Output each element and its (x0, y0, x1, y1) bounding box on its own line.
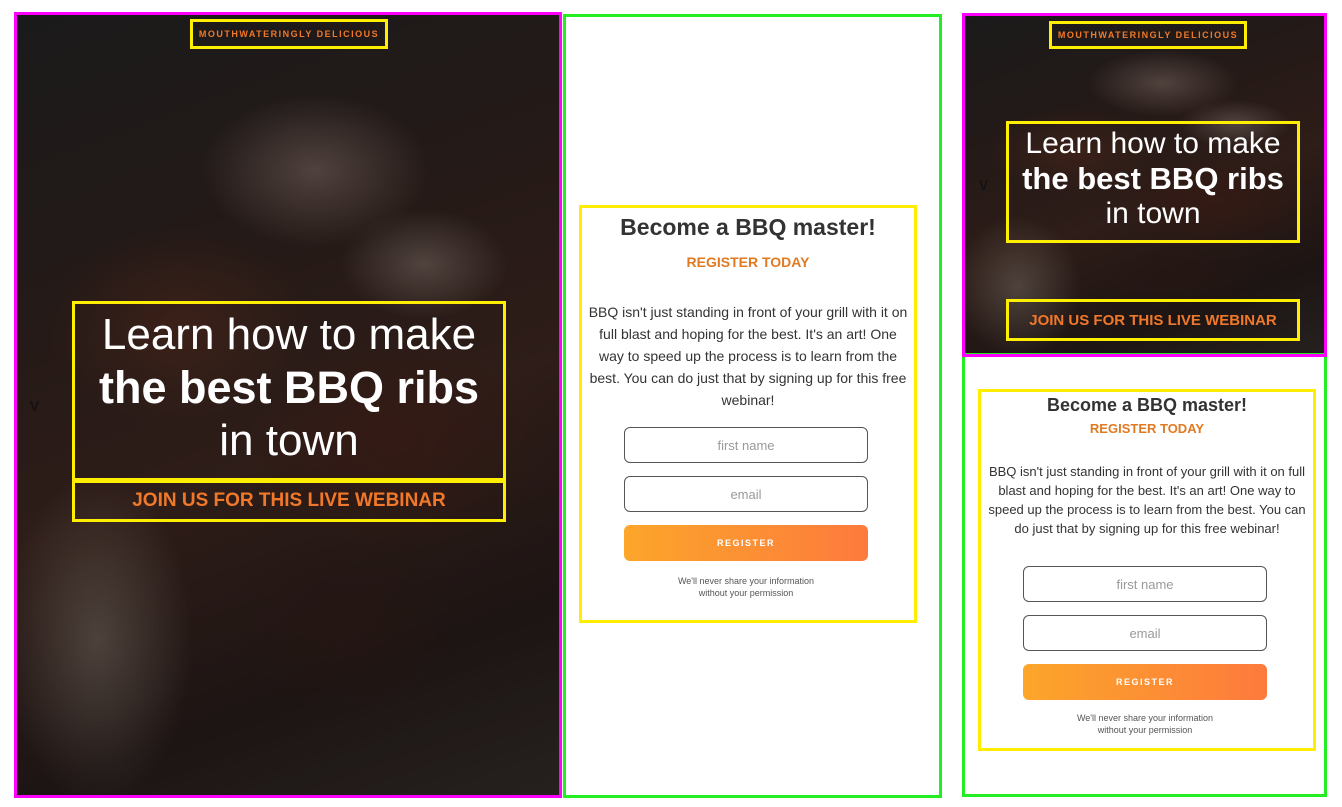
v-marker-mobile: v (979, 174, 988, 194)
eyebrow-label: MOUTHWATERINGLY DELICIOUS (190, 19, 388, 49)
webinar-cta-text-mobile: JOIN US FOR THIS LIVE WEBINAR (1029, 311, 1277, 329)
email-input[interactable] (624, 476, 868, 512)
hero-panel-desktop: MOUTHWATERINGLY DELICIOUS Learn how to m… (16, 14, 560, 796)
register-button-mobile[interactable]: REGISTER (1023, 664, 1267, 700)
registration-card-mobile: Become a BBQ master! REGISTER TODAY BBQ … (978, 389, 1316, 751)
hero-headline: Learn how to make the best BBQ ribs in t… (72, 301, 506, 481)
eyebrow-text: MOUTHWATERINGLY DELICIOUS (198, 29, 380, 39)
webinar-cta-mobile[interactable]: JOIN US FOR THIS LIVE WEBINAR (1006, 299, 1300, 341)
eyebrow-text-mobile: MOUTHWATERINGLY DELICIOUS (1057, 30, 1239, 40)
registration-card: Become a BBQ master! REGISTER TODAY BBQ … (579, 205, 917, 623)
hero-headline-mobile: Learn how to make the best BBQ ribs in t… (1006, 121, 1300, 243)
v-marker: v (30, 395, 39, 415)
first-name-input-mobile[interactable] (1023, 566, 1267, 602)
disclaimer-line-2-mobile: without your permission (1097, 725, 1193, 735)
webinar-cta-text: JOIN US FOR THIS LIVE WEBINAR (132, 490, 446, 511)
form-body-text-mobile: BBQ isn't just standing in front of your… (988, 464, 1306, 536)
form-subtitle: REGISTER TODAY (686, 254, 810, 270)
headline-line-2: the best BBQ ribs (98, 362, 480, 413)
form-subtitle-mobile: REGISTER TODAY (1089, 421, 1205, 436)
form-panel-mobile: Become a BBQ master! REGISTER TODAY BBQ … (962, 353, 1327, 797)
form-body-text: BBQ isn't just standing in front of your… (588, 304, 908, 408)
form-title: Become a BBQ master! (620, 214, 876, 240)
privacy-disclaimer-mobile: We'll never share your information witho… (1023, 712, 1267, 736)
eyebrow-label-mobile: MOUTHWATERINGLY DELICIOUS (1049, 21, 1247, 49)
form-title-mobile: Become a BBQ master! (1046, 395, 1248, 415)
headline-line-1: Learn how to make (101, 310, 477, 359)
headline-line-3-mobile: in town (1105, 197, 1201, 230)
form-panel-tablet: Become a BBQ master! REGISTER TODAY BBQ … (563, 14, 942, 798)
first-name-input[interactable] (624, 427, 868, 463)
disclaimer-line-1: We'll never share your information (677, 576, 815, 586)
register-button[interactable]: REGISTER (624, 525, 868, 561)
disclaimer-line-2: without your permission (698, 588, 794, 598)
disclaimer-line-1-mobile: We'll never share your information (1076, 713, 1214, 723)
hero-panel-mobile: MOUTHWATERINGLY DELICIOUS Learn how to m… (964, 15, 1325, 355)
headline-line-2-mobile: the best BBQ ribs (1022, 161, 1284, 196)
headline-line-3: in town (219, 416, 359, 465)
headline-line-1-mobile: Learn how to make (1025, 127, 1281, 160)
webinar-cta[interactable]: JOIN US FOR THIS LIVE WEBINAR (72, 480, 506, 522)
privacy-disclaimer: We'll never share your information witho… (624, 575, 868, 599)
email-input-mobile[interactable] (1023, 615, 1267, 651)
